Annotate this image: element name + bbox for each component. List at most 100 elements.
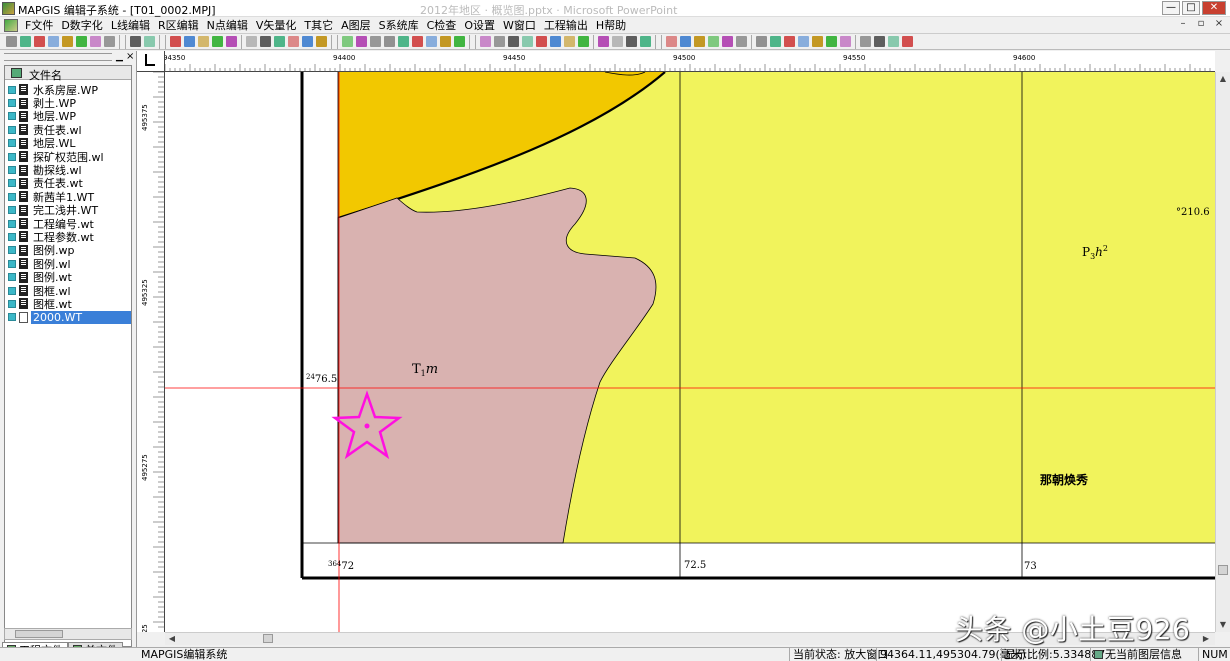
toolbar-tool-icon[interactable] <box>412 36 423 47</box>
menu-region-edit[interactable]: R区编辑 <box>154 17 203 33</box>
toolbar-tool-icon[interactable] <box>708 36 719 47</box>
toolbar-tool-icon[interactable] <box>34 36 45 47</box>
toolbar-tool-icon[interactable] <box>694 36 705 47</box>
toolbar-tool-icon[interactable] <box>76 36 87 47</box>
toolbar-tool-icon[interactable] <box>170 36 181 47</box>
file-visibility-checkbox[interactable] <box>8 206 16 215</box>
menu-project-output[interactable]: 工程输出 <box>540 17 592 33</box>
star-center-point[interactable] <box>364 423 370 429</box>
toolbar-tool-icon[interactable] <box>370 36 381 47</box>
maximize-button[interactable]: □ <box>1182 1 1200 15</box>
menu-digitize[interactable]: D数字化 <box>57 17 106 33</box>
toolbar-tool-icon[interactable] <box>770 36 781 47</box>
toolbar-tool-icon[interactable] <box>798 36 809 47</box>
toolbar-tool-icon[interactable] <box>356 36 367 47</box>
toolbar-tool-icon[interactable] <box>62 36 73 47</box>
vertical-scrollbar[interactable]: ▲ ▼ <box>1215 72 1230 632</box>
toolbar-tool-icon[interactable] <box>626 36 637 47</box>
file-visibility-checkbox[interactable] <box>8 179 16 188</box>
scroll-down-icon[interactable]: ▼ <box>1218 620 1228 630</box>
file-visibility-checkbox[interactable] <box>8 232 16 241</box>
menu-window[interactable]: W窗口 <box>499 17 540 33</box>
scroll-up-icon[interactable]: ▲ <box>1218 74 1228 84</box>
file-tree-scroll-thumb[interactable] <box>15 630 63 638</box>
menu-point-edit[interactable]: N点编辑 <box>203 17 252 33</box>
mdi-close-button[interactable]: × <box>1212 18 1226 31</box>
toolbar-tool-icon[interactable] <box>198 36 209 47</box>
toolbar-tool-icon[interactable] <box>784 36 795 47</box>
toolbar-tool-icon[interactable] <box>680 36 691 47</box>
menu-layer[interactable]: A图层 <box>337 17 375 33</box>
toolbar-tool-icon[interactable] <box>508 36 519 47</box>
toolbar-tool-icon[interactable] <box>812 36 823 47</box>
app-icon[interactable] <box>2 2 15 15</box>
toolbar-tool-icon[interactable] <box>130 36 141 47</box>
elevation-label[interactable]: °210.6 <box>1176 207 1210 218</box>
toolbar-tool-icon[interactable] <box>860 36 871 47</box>
panel-close-icon[interactable]: × <box>126 51 134 62</box>
document-icon[interactable] <box>4 18 18 32</box>
map-graphic[interactable]: T1m P3h2 °210.6 那朝焕秀 2476.5 36472 72.5 7… <box>165 72 1215 632</box>
file-visibility-checkbox[interactable] <box>8 99 16 108</box>
file-visibility-checkbox[interactable] <box>8 85 16 94</box>
toolbar-tool-icon[interactable] <box>902 36 913 47</box>
file-item[interactable]: 2000.WT <box>5 310 131 324</box>
toolbar-tool-icon[interactable] <box>184 36 195 47</box>
toolbar-tool-icon[interactable] <box>578 36 589 47</box>
toolbar-tool-icon[interactable] <box>840 36 851 47</box>
panel-grip[interactable] <box>4 53 112 61</box>
toolbar-tool-icon[interactable] <box>454 36 465 47</box>
menu-settings[interactable]: O设置 <box>460 17 499 33</box>
toolbar-tool-icon[interactable] <box>888 36 899 47</box>
toolbar-tool-icon[interactable] <box>104 36 115 47</box>
file-visibility-checkbox[interactable] <box>8 192 16 201</box>
toolbar-tool-icon[interactable] <box>826 36 837 47</box>
toolbar-tool-icon[interactable] <box>6 36 17 47</box>
pin-icon[interactable]: ▁ <box>116 52 123 62</box>
mdi-minimize-button[interactable]: – <box>1176 18 1190 31</box>
toolbar-tool-icon[interactable] <box>480 36 491 47</box>
toolbar-tool-icon[interactable] <box>20 36 31 47</box>
toolbar-tool-icon[interactable] <box>666 36 677 47</box>
menu-other[interactable]: T其它 <box>300 17 337 33</box>
file-visibility-checkbox[interactable] <box>8 286 16 295</box>
file-tree-scrollbar[interactable] <box>4 628 132 640</box>
file-visibility-checkbox[interactable] <box>8 152 16 161</box>
scroll-left-icon[interactable]: ◀ <box>167 634 177 644</box>
toolbar-tool-icon[interactable] <box>246 36 257 47</box>
menu-check[interactable]: C检查 <box>423 17 461 33</box>
vertical-scroll-thumb[interactable] <box>1218 565 1228 575</box>
toolbar-tool-icon[interactable] <box>522 36 533 47</box>
toolbar-tool-icon[interactable] <box>288 36 299 47</box>
toolbar-tool-icon[interactable] <box>316 36 327 47</box>
toolbar-tool-icon[interactable] <box>494 36 505 47</box>
horizontal-scroll-thumb[interactable] <box>263 634 273 643</box>
t1m-label[interactable]: T1m <box>412 362 438 378</box>
toolbar-tool-icon[interactable] <box>398 36 409 47</box>
toolbar-tool-icon[interactable] <box>640 36 651 47</box>
toolbar-tool-icon[interactable] <box>384 36 395 47</box>
scroll-right-icon[interactable]: ▶ <box>1201 634 1211 644</box>
toolbar-tool-icon[interactable] <box>144 36 155 47</box>
toolbar-tool-icon[interactable] <box>274 36 285 47</box>
file-visibility-checkbox[interactable] <box>8 125 16 134</box>
toolbar-tool-icon[interactable] <box>564 36 575 47</box>
close-button[interactable]: ✕ <box>1202 1 1226 15</box>
menu-vectorize[interactable]: V矢量化 <box>252 17 301 33</box>
toolbar-tool-icon[interactable] <box>426 36 437 47</box>
toolbar-tool-icon[interactable] <box>612 36 623 47</box>
menu-line-edit[interactable]: L线编辑 <box>107 17 154 33</box>
file-visibility-checkbox[interactable] <box>8 166 16 175</box>
toolbar-tool-icon[interactable] <box>212 36 223 47</box>
menu-help[interactable]: H帮助 <box>592 17 630 33</box>
toolbar-tool-icon[interactable] <box>550 36 561 47</box>
file-visibility-checkbox[interactable] <box>8 299 16 308</box>
place-name-label[interactable]: 那朝焕秀 <box>1040 472 1089 487</box>
toolbar-tool-icon[interactable] <box>598 36 609 47</box>
file-visibility-checkbox[interactable] <box>8 246 16 255</box>
file-visibility-checkbox[interactable] <box>8 112 16 121</box>
toolbar-tool-icon[interactable] <box>440 36 451 47</box>
toolbar-tool-icon[interactable] <box>48 36 59 47</box>
toolbar-tool-icon[interactable] <box>302 36 313 47</box>
file-visibility-checkbox[interactable] <box>8 259 16 268</box>
